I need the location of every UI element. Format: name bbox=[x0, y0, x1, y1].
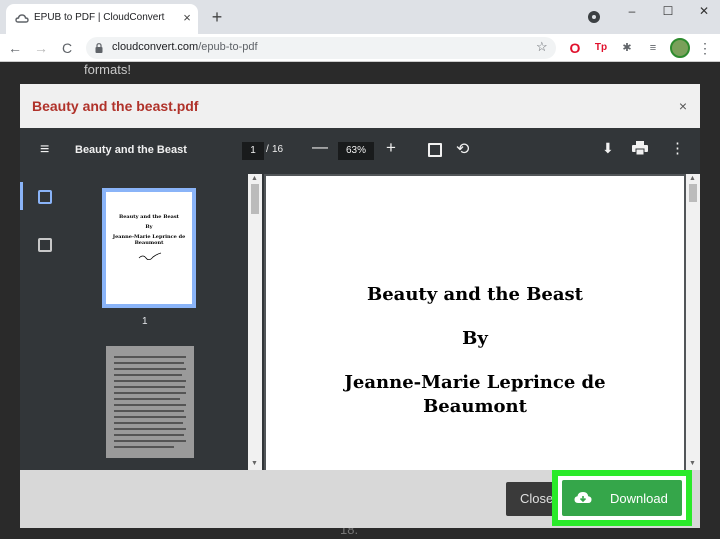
doc-author-line: Beaumont bbox=[423, 396, 527, 417]
outline-view-icon[interactable] bbox=[38, 238, 52, 252]
url-host: cloudconvert.com bbox=[112, 41, 199, 53]
close-window-button[interactable]: ✕ bbox=[694, 2, 714, 20]
page-separator: / bbox=[266, 144, 269, 155]
pdf-toolbar: ≡ Beauty and the Beast 1 / 16 — 63% + ⟲ … bbox=[20, 128, 700, 174]
rotate-icon[interactable]: ⟲ bbox=[456, 139, 469, 159]
thumb-text-line bbox=[114, 434, 184, 436]
url-text: cloudconvert.com/epub-to-pdf bbox=[112, 41, 258, 53]
address-bar[interactable]: cloudconvert.com/epub-to-pdf ☆ bbox=[86, 37, 556, 59]
modal-title: Beauty and the beast.pdf bbox=[32, 98, 199, 114]
scroll-down-arrow-icon[interactable]: ▼ bbox=[251, 460, 258, 467]
thumb-text-line bbox=[114, 380, 186, 382]
thumb-text-line bbox=[114, 356, 186, 358]
zoom-out-button[interactable]: — bbox=[312, 139, 328, 157]
document-scrollbar[interactable]: ▲ ▼ bbox=[686, 174, 700, 470]
thumb-signature-icon bbox=[138, 252, 162, 260]
download-label: Download bbox=[610, 491, 668, 506]
doc-author-line: Jeanne-Marie Leprince de bbox=[344, 372, 606, 393]
media-control-icon[interactable]: ≡ bbox=[644, 39, 662, 57]
total-pages: 16 bbox=[272, 144, 284, 155]
lock-icon bbox=[95, 43, 103, 53]
modal-footer: Close Download bbox=[20, 470, 700, 528]
cloudconvert-favicon-icon bbox=[15, 14, 29, 23]
thumb-line: Beaumont bbox=[134, 240, 164, 246]
new-tab-button[interactable]: + bbox=[208, 6, 226, 28]
tab-close-icon[interactable]: × bbox=[180, 10, 194, 26]
tab-strip: EPUB to PDF | CloudConvert × + – ☐ ✕ bbox=[0, 0, 720, 34]
doc-by-line: By bbox=[462, 328, 488, 349]
maximize-button[interactable]: ☐ bbox=[658, 2, 678, 20]
preview-modal: Beauty and the beast.pdf × ≡ Beauty and … bbox=[20, 84, 700, 528]
thumbnails-view-icon[interactable] bbox=[38, 190, 52, 204]
fit-to-page-icon[interactable] bbox=[428, 143, 442, 157]
document-page: Beauty and the Beast By Jeanne-Marie Lep… bbox=[266, 176, 684, 470]
thumb-line: By bbox=[145, 224, 153, 230]
browser-toolbar: ← → C cloudconvert.com/epub-to-pdf ☆ O T… bbox=[0, 34, 720, 62]
thumb-text-line bbox=[114, 392, 186, 394]
page-behind-text: formats! bbox=[84, 62, 131, 77]
pdf-viewer: ≡ Beauty and the Beast 1 / 16 — 63% + ⟲ … bbox=[20, 128, 700, 470]
print-icon[interactable] bbox=[632, 141, 648, 155]
page-number-input[interactable]: 1 bbox=[242, 142, 264, 160]
zoom-in-button[interactable]: + bbox=[386, 138, 396, 158]
thumbnail-page-number: 1 bbox=[142, 316, 148, 327]
profile-indicator-icon[interactable] bbox=[588, 11, 600, 23]
doc-title-line: Beauty and the Beast bbox=[367, 284, 583, 305]
sidebar-scroll-thumb[interactable] bbox=[251, 184, 259, 214]
sidebar-scrollbar[interactable]: ▲ ▼ bbox=[248, 174, 262, 470]
back-button[interactable]: ← bbox=[6, 39, 24, 57]
sidebar-menu-icon[interactable]: ≡ bbox=[40, 141, 56, 159]
thumb-text-line bbox=[114, 416, 186, 418]
reload-button[interactable]: C bbox=[58, 39, 76, 57]
tp-extension-icon[interactable]: Tp bbox=[592, 39, 610, 57]
download-button[interactable]: Download bbox=[558, 476, 686, 520]
thumbnail-sidebar: Beauty and the Beast By Jeanne-Marie Lep… bbox=[20, 174, 264, 470]
thumb-text-line bbox=[114, 440, 186, 442]
thumb-line: Beauty and the Beast bbox=[119, 214, 179, 220]
tab-title: EPUB to PDF | CloudConvert bbox=[34, 12, 165, 23]
cloud-download-icon bbox=[574, 492, 592, 503]
browser-tab[interactable]: EPUB to PDF | CloudConvert × bbox=[6, 4, 198, 34]
pdf-download-icon[interactable]: ⬇ bbox=[602, 140, 614, 157]
modal-close-icon[interactable]: × bbox=[674, 96, 692, 116]
url-path: /epub-to-pdf bbox=[198, 41, 258, 53]
thumb-text-line bbox=[114, 362, 184, 364]
document-area: Beauty and the Beast By Jeanne-Marie Lep… bbox=[264, 174, 700, 470]
modal-header: Beauty and the beast.pdf × bbox=[20, 84, 700, 128]
page-thumbnail-1[interactable]: Beauty and the Beast By Jeanne-Marie Lep… bbox=[102, 188, 196, 308]
bookmark-star-icon[interactable]: ☆ bbox=[536, 39, 548, 55]
pdf-more-icon[interactable]: ⋮ bbox=[670, 139, 685, 157]
thumb-text-line bbox=[114, 368, 186, 370]
scroll-up-arrow-icon[interactable]: ▲ bbox=[689, 175, 696, 182]
scroll-down-arrow-icon[interactable]: ▼ bbox=[689, 460, 696, 467]
profile-avatar[interactable] bbox=[670, 38, 690, 58]
thumb-text-line bbox=[114, 422, 183, 424]
download-button-body[interactable]: Download bbox=[562, 480, 682, 516]
minimize-button[interactable]: – bbox=[622, 2, 642, 20]
page-thumbnail-2[interactable] bbox=[106, 346, 194, 458]
thumb-text-line bbox=[114, 410, 184, 412]
chrome-menu-icon[interactable]: ⋮ bbox=[696, 39, 714, 57]
document-scroll-thumb[interactable] bbox=[689, 184, 697, 202]
thumb-text-line bbox=[114, 428, 186, 430]
thumb-text-line bbox=[114, 386, 185, 388]
pdf-doc-title: Beauty and the Beast bbox=[75, 144, 187, 156]
sidebar-active-indicator bbox=[20, 182, 23, 210]
thumb-text-line bbox=[114, 398, 180, 400]
scroll-up-arrow-icon[interactable]: ▲ bbox=[251, 175, 258, 182]
extensions-puzzle-icon[interactable]: ✱ bbox=[618, 39, 636, 57]
zoom-level-input[interactable]: 63% bbox=[338, 142, 374, 160]
thumb-text-line bbox=[114, 446, 174, 448]
thumb-text-line bbox=[114, 404, 186, 406]
thumb-text-line bbox=[114, 374, 182, 376]
opera-extension-icon[interactable]: O bbox=[566, 39, 584, 57]
forward-button[interactable]: → bbox=[32, 39, 50, 57]
